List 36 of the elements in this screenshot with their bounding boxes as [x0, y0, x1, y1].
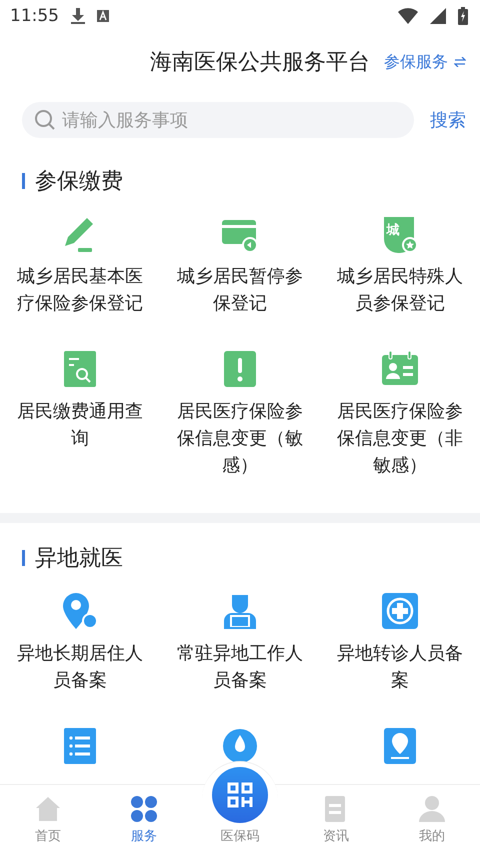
- service-item[interactable]: 城乡居民暂停参保登记: [172, 263, 308, 317]
- section-title: 参保缴费: [35, 168, 123, 196]
- section-marker: [22, 173, 25, 189]
- service-item[interactable]: 居民医疗保险参保信息变更（敏感）: [172, 398, 308, 479]
- search-button[interactable]: 搜索: [430, 108, 466, 132]
- home-icon: [34, 795, 62, 823]
- search-field[interactable]: 请输入服务事项: [22, 102, 414, 138]
- switch-icon: [454, 57, 466, 67]
- nav-tab[interactable]: 服务: [96, 785, 192, 853]
- battery-icon: [458, 7, 468, 25]
- nav-tab[interactable]: 资讯: [288, 785, 384, 853]
- wifi-icon: [398, 8, 418, 24]
- nav-tab[interactable]: 我的: [384, 785, 480, 853]
- service-item[interactable]: 异地长期居住人员备案: [12, 640, 148, 694]
- download-icon: [71, 8, 85, 24]
- medical-cross-icon: [380, 591, 420, 631]
- service-item[interactable]: 异地转诊人员备案: [332, 640, 468, 694]
- section-title: 异地就医: [35, 545, 123, 573]
- qr-code-button[interactable]: [212, 767, 268, 823]
- qr-code-icon: [226, 781, 254, 809]
- keyboard-icon: [97, 10, 109, 22]
- service-item[interactable]: 居民医疗保险参保信息变更（非敏感）: [332, 398, 468, 479]
- service-item[interactable]: 居民缴费通用查询: [12, 398, 148, 452]
- nav-label[interactable]: 医保码: [220, 827, 260, 845]
- person-icon: [418, 795, 446, 823]
- service-item[interactable]: 城乡居民特殊人员参保登记: [332, 263, 468, 317]
- service-item[interactable]: 城乡居民基本医疗保险参保登记: [12, 263, 148, 317]
- clover-icon: [130, 795, 158, 823]
- search-icon: [34, 109, 56, 131]
- switch-service-link[interactable]: 参保服务: [384, 52, 466, 72]
- nav-tab[interactable]: 首页: [0, 785, 96, 853]
- service-item[interactable]: 常驻异地工作人员备案: [172, 640, 308, 694]
- section-marker: [22, 550, 25, 566]
- status-time: 11:55: [10, 6, 59, 26]
- page-title: 海南医保公共服务平台: [150, 49, 370, 77]
- signal-icon: [430, 8, 446, 24]
